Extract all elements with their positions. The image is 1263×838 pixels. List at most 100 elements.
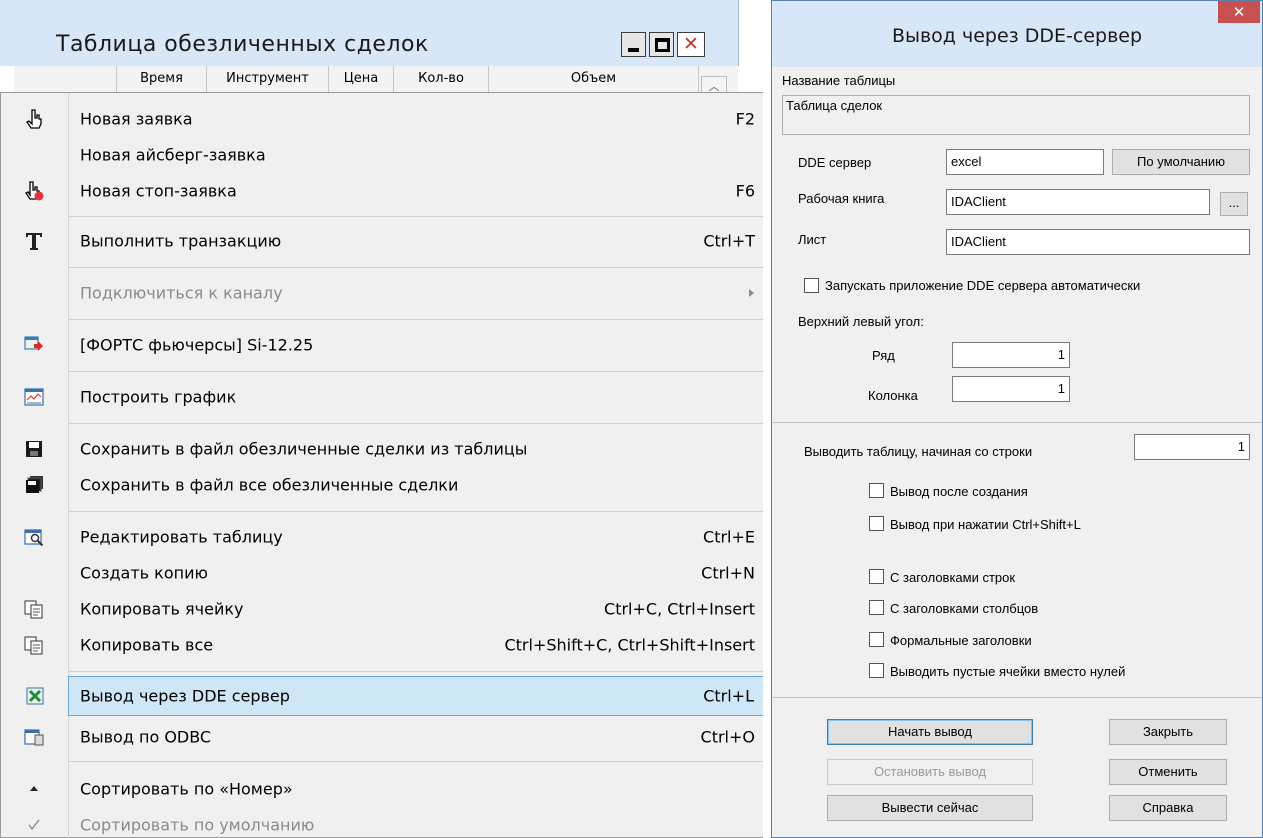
column-input[interactable]: 1	[952, 376, 1070, 402]
menu-item-save-all-trades[interactable]: Сохранить в файл все обезличенные сделки	[1, 463, 763, 507]
column-header-qty[interactable]: Кол-во	[394, 66, 489, 92]
menu-separator	[69, 319, 763, 320]
menu-item-shortcut: Ctrl+E	[703, 527, 755, 547]
section-divider	[772, 697, 1262, 698]
menu-item-sort-default[interactable]: Сортировать по умолчанию	[1, 803, 763, 838]
menu-item-label: Сортировать по умолчанию	[80, 815, 315, 835]
sheet-input[interactable]: IDAClient	[946, 229, 1250, 255]
dde-server-label: DDE сервер	[798, 155, 872, 170]
menu-item-execute-transaction[interactable]: Выполнить транзакцию Ctrl+T	[1, 219, 763, 263]
menu-item-shortcut: Ctrl+Shift+C, Ctrl+Shift+Insert	[504, 635, 755, 655]
start-row-input[interactable]: 1	[1134, 434, 1250, 460]
menu-item-shortcut: Ctrl+T	[703, 231, 755, 251]
menu-item-shortcut: Ctrl+O	[700, 727, 755, 747]
floppy-icon	[26, 441, 42, 457]
menu-item-new-stop-order[interactable]: Новая стоп-заявка F6	[1, 169, 763, 213]
menu-item-label: Вывод через DDE сервер	[80, 686, 290, 706]
floppy-multi-icon	[26, 476, 43, 493]
chart-icon	[24, 388, 44, 406]
autostart-checkbox[interactable]	[804, 278, 819, 293]
empty-cells-checkbox[interactable]	[869, 663, 884, 678]
instrument-icon	[24, 336, 43, 351]
menu-separator	[69, 671, 763, 672]
stop-output-button[interactable]: Остановить вывод	[827, 759, 1033, 785]
maximize-button[interactable]	[649, 32, 674, 57]
menu-item-shortcut: Ctrl+N	[701, 563, 755, 583]
column-headers-label: С заголовками столбцов	[890, 601, 1039, 616]
menu-separator	[69, 216, 763, 217]
row-headers-checkbox[interactable]	[869, 569, 884, 584]
dde-server-input[interactable]: excel	[946, 149, 1104, 175]
menu-item-build-chart[interactable]: Построить график	[1, 375, 763, 419]
menu-item-label: Выполнить транзакцию	[80, 231, 282, 251]
row-input[interactable]: 1	[952, 342, 1070, 368]
column-label: Колонка	[868, 388, 918, 403]
menu-item-label: Подключиться к каналу	[80, 283, 283, 303]
dialog-title: Вывод через DDE-сервер	[891, 25, 1143, 47]
menu-separator	[69, 423, 763, 424]
column-header-blank[interactable]	[14, 66, 117, 92]
dde-output-dialog: Вывод через DDE-сервер ✕ Название таблиц…	[771, 0, 1263, 838]
menu-item-label: Сохранить в файл обезличенные сделки из …	[80, 439, 528, 459]
menu-item-instrument[interactable]: [ФОРТС фьючерсы] Si-12.25	[1, 323, 763, 367]
formal-headers-label: Формальные заголовки	[890, 633, 1032, 648]
output-after-create-label: Вывод после создания	[890, 484, 1028, 499]
default-button[interactable]: По умолчанию	[1112, 149, 1250, 175]
table-name-field: Таблица сделок	[782, 95, 1250, 135]
menu-separator	[69, 267, 763, 268]
hand-stop-icon	[25, 181, 44, 201]
output-hotkey-checkbox[interactable]	[869, 516, 884, 531]
menu-item-label: Копировать все	[80, 635, 214, 655]
copy-icon	[24, 600, 43, 619]
workbook-input[interactable]: IDAClient	[946, 189, 1210, 215]
column-headers-checkbox[interactable]	[869, 600, 884, 615]
menu-item-shortcut: F6	[735, 181, 755, 201]
column-header-price[interactable]: Цена	[329, 66, 394, 92]
dialog-body: Название таблицы Таблица сделок DDE серв…	[772, 67, 1262, 837]
column-header-volume[interactable]: Объем	[489, 66, 699, 92]
minimize-button[interactable]	[621, 32, 646, 57]
menu-separator	[69, 371, 763, 372]
menu-item-shortcut: Ctrl+C, Ctrl+Insert	[604, 599, 755, 619]
browse-button[interactable]: ...	[1220, 192, 1248, 216]
output-after-create-checkbox[interactable]	[869, 483, 884, 498]
menu-item-label: Новая стоп-заявка	[80, 181, 237, 201]
close-button[interactable]: ✕	[677, 32, 705, 57]
edit-table-icon	[24, 529, 44, 547]
menu-item-label: Копировать ячейку	[80, 599, 244, 619]
check-icon	[28, 819, 40, 831]
trades-table-window: Таблица обезличенных сделок ✕ Время Инст…	[0, 0, 763, 838]
table-column-header: Время Инструмент Цена Кол-во Объем	[14, 66, 738, 93]
menu-item-label: Редактировать таблицу	[80, 527, 283, 547]
row-headers-label: С заголовками строк	[890, 570, 1016, 585]
menu-item-label: Построить график	[80, 387, 237, 407]
menu-item-label: [ФОРТС фьючерсы] Si-12.25	[80, 335, 314, 355]
table-window-title: Таблица обезличенных сделок	[56, 32, 429, 57]
odbc-icon	[24, 729, 44, 746]
dialog-close-button[interactable]: ✕	[1218, 1, 1260, 23]
close-dialog-button[interactable]: Закрыть	[1109, 719, 1227, 745]
cancel-button[interactable]: Отменить	[1109, 759, 1227, 785]
table-name-label: Название таблицы	[782, 73, 896, 88]
maximize-icon	[655, 38, 670, 52]
menu-item-copy-all[interactable]: Копировать все Ctrl+Shift+C, Ctrl+Shift+…	[1, 623, 763, 667]
column-header-time[interactable]: Время	[117, 66, 207, 92]
submenu-arrow-icon	[749, 289, 754, 297]
context-menu: Новая заявка F2 Новая айсберг-заявка Нов…	[0, 92, 763, 838]
menu-item-odbc-output[interactable]: Вывод по ODBC Ctrl+O	[1, 715, 763, 759]
autostart-label: Запускать приложение DDE сервера автомат…	[825, 278, 1141, 293]
help-button[interactable]: Справка	[1109, 795, 1227, 821]
top-left-corner-label: Верхний левый угол:	[798, 314, 924, 329]
menu-item-connect-channel[interactable]: Подключиться к каналу	[1, 271, 763, 315]
menu-item-label: Новая айсберг-заявка	[80, 145, 266, 165]
close-icon: ✕	[683, 33, 699, 55]
start-output-button[interactable]: Начать вывод	[827, 719, 1033, 745]
dialog-titlebar[interactable]: Вывод через DDE-сервер ✕	[772, 1, 1262, 67]
column-header-instrument[interactable]: Инструмент	[207, 66, 329, 92]
formal-headers-checkbox[interactable]	[869, 632, 884, 647]
table-titlebar[interactable]: Таблица обезличенных сделок ✕	[0, 0, 739, 66]
menu-item-label: Сохранить в файл все обезличенные сделки	[80, 475, 459, 495]
menu-item-dde-output[interactable]: Вывод через DDE сервер Ctrl+L	[26, 676, 763, 716]
menu-item-label: Сортировать по «Номер»	[80, 779, 293, 799]
output-now-button[interactable]: Вывести сейчас	[827, 795, 1033, 821]
